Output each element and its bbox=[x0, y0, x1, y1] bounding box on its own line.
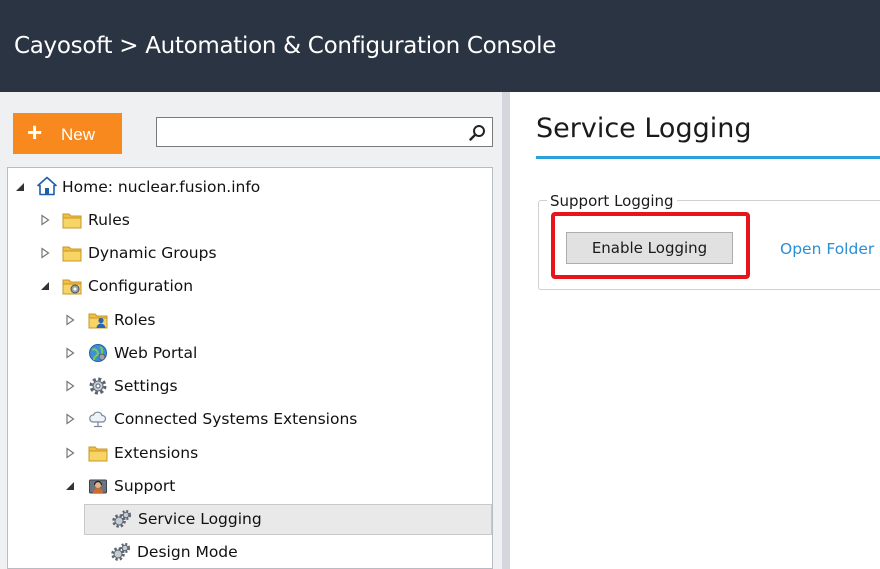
tree-item-support[interactable]: Support bbox=[11, 471, 489, 502]
tree-item-label: Support bbox=[114, 477, 176, 495]
expanded-arrow-icon[interactable] bbox=[64, 480, 76, 492]
title-underline bbox=[536, 156, 880, 159]
collapsed-arrow-icon[interactable] bbox=[64, 347, 76, 359]
tree-item-design-mode[interactable]: Design Mode bbox=[84, 538, 492, 568]
expanded-arrow-icon[interactable] bbox=[14, 181, 26, 193]
gear-icon bbox=[89, 377, 107, 395]
new-button[interactable]: + New bbox=[13, 113, 122, 154]
gears-icon bbox=[111, 542, 131, 561]
tree-item-label: Design Mode bbox=[137, 543, 238, 561]
plus-icon: + bbox=[27, 117, 43, 147]
tree-item-label: Extensions bbox=[114, 444, 199, 462]
tree-item-service-logging[interactable]: Service Logging bbox=[84, 504, 492, 535]
collapsed-arrow-icon[interactable] bbox=[39, 247, 51, 259]
new-button-label: New bbox=[61, 125, 96, 144]
search-box bbox=[156, 117, 493, 147]
tree-item-roles[interactable]: Roles bbox=[11, 305, 489, 336]
collapsed-arrow-icon[interactable] bbox=[64, 314, 76, 326]
folder-user-icon bbox=[88, 313, 108, 329]
folder-icon bbox=[88, 446, 108, 462]
page-title: Service Logging bbox=[536, 113, 752, 144]
enable-logging-button[interactable]: Enable Logging bbox=[566, 232, 733, 264]
folder-icon bbox=[62, 246, 82, 262]
tree-item-dynamic-groups[interactable]: Dynamic Groups bbox=[11, 238, 489, 269]
collapsed-arrow-icon[interactable] bbox=[64, 413, 76, 425]
search-icon[interactable] bbox=[469, 124, 486, 141]
folder-gear-icon bbox=[62, 279, 82, 295]
window-title: Cayosoft > Automation & Configuration Co… bbox=[14, 33, 557, 59]
open-folder-link[interactable]: Open Folder L bbox=[780, 240, 880, 258]
gears-icon bbox=[112, 509, 132, 528]
pane-splitter[interactable] bbox=[502, 92, 510, 569]
globe-icon bbox=[89, 344, 107, 362]
tree-item-settings[interactable]: Settings bbox=[11, 371, 489, 402]
collapsed-arrow-icon[interactable] bbox=[64, 380, 76, 392]
tree-item-label: Service Logging bbox=[138, 510, 262, 528]
navigation-tree: Home: nuclear.fusion.info Rules Dynamic … bbox=[7, 167, 493, 569]
collapsed-arrow-icon[interactable] bbox=[64, 447, 76, 459]
tree-item-rules[interactable]: Rules bbox=[11, 205, 489, 236]
tree-item-label: Connected Systems Extensions bbox=[114, 410, 358, 428]
title-bar: Cayosoft > Automation & Configuration Co… bbox=[0, 0, 880, 92]
tree-item-label: Configuration bbox=[88, 277, 194, 295]
tree-item-label: Web Portal bbox=[114, 344, 198, 362]
tree-item-label: Dynamic Groups bbox=[88, 244, 217, 262]
tree-item-web-portal[interactable]: Web Portal bbox=[11, 338, 489, 369]
content-pane: Service Logging Support Logging Enable L… bbox=[510, 92, 880, 569]
tree-item-label: Rules bbox=[88, 211, 130, 229]
search-input[interactable] bbox=[159, 120, 467, 144]
tree-item-label: Home: nuclear.fusion.info bbox=[62, 178, 261, 196]
folder-icon bbox=[62, 213, 82, 229]
tree-item-label: Roles bbox=[114, 311, 156, 329]
group-legend: Support Logging bbox=[547, 192, 677, 210]
cloud-icon bbox=[89, 411, 107, 428]
tree-item-connected-systems-extensions[interactable]: Connected Systems Extensions bbox=[11, 404, 489, 435]
tree-item-configuration[interactable]: Configuration bbox=[11, 271, 489, 302]
tree-item-home[interactable]: Home: nuclear.fusion.info bbox=[11, 172, 489, 203]
collapsed-arrow-icon[interactable] bbox=[39, 214, 51, 226]
home-icon bbox=[37, 176, 57, 196]
expanded-arrow-icon[interactable] bbox=[39, 280, 51, 292]
support-icon bbox=[89, 479, 107, 494]
tree-item-extensions[interactable]: Extensions bbox=[11, 438, 489, 469]
tree-item-label: Settings bbox=[114, 377, 178, 395]
